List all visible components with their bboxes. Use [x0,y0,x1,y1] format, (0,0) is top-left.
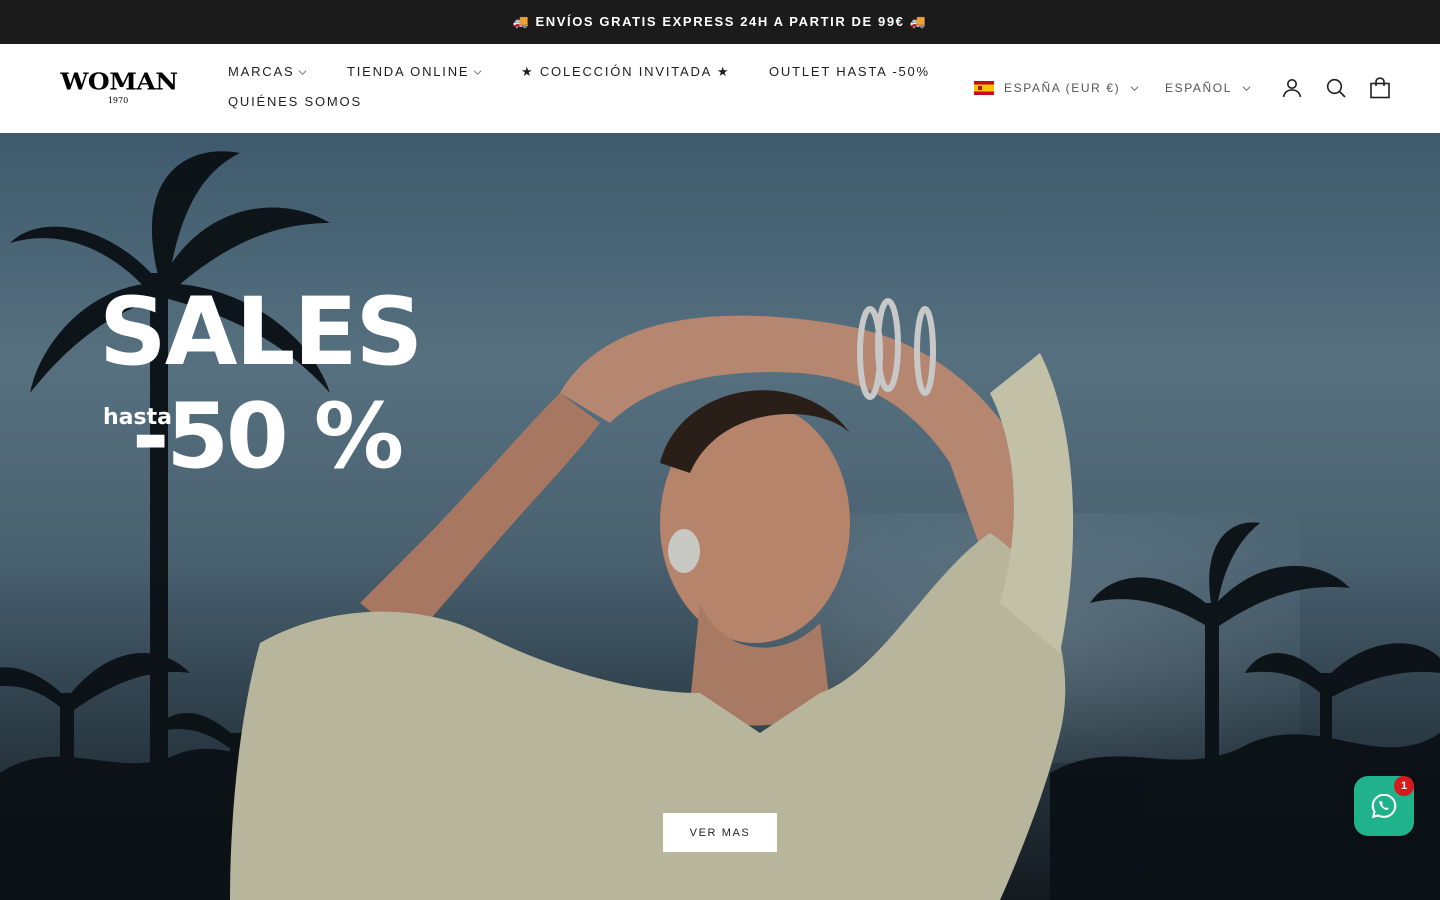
language-label: ESPAÑOL [1165,81,1232,95]
chevron-down-icon [298,68,307,77]
ver-mas-button[interactable]: VER MAS [663,813,777,852]
nav-coleccion-invitada[interactable]: ★ COLECCIÓN INVITADA ★ [521,63,730,81]
nav-quienes-somos[interactable]: QUIÉNES SOMOS [228,93,362,111]
chevron-down-icon [1130,84,1139,93]
site-logo[interactable]: WOMAN 1970 [57,68,181,108]
logo-wordmark: WOMAN [60,67,178,96]
nav-label: QUIÉNES SOMOS [228,94,362,109]
chevron-down-icon [473,68,482,77]
nav-label: MARCAS [228,64,295,79]
hero-discount: -50 % [132,384,404,489]
country-selector[interactable]: ESPAÑA (EUR €) [974,79,1139,97]
announcement-text: 🚚 ENVÍOS GRATIS EXPRESS 24H A PARTIR DE … [512,14,928,29]
nav-outlet[interactable]: OUTLET HASTA -50% [769,63,930,81]
search-icon[interactable] [1324,76,1348,100]
cart-icon[interactable] [1368,76,1392,100]
language-selector[interactable]: ESPAÑOL [1165,79,1251,97]
nav-tienda-online[interactable]: TIENDA ONLINE [347,63,482,81]
announcement-bar: 🚚 ENVÍOS GRATIS EXPRESS 24H A PARTIR DE … [0,0,1440,44]
country-label: ESPAÑA (EUR €) [1004,81,1121,95]
hero-banner: SALES hasta -50 % VER MAS [0,133,1440,900]
chevron-down-icon [1242,84,1251,93]
account-icon[interactable] [1280,76,1304,100]
logo-year: 1970 [107,96,129,105]
nav-marcas[interactable]: MARCAS [228,63,307,81]
nav-label: OUTLET HASTA -50% [769,64,930,79]
hero-photo [0,151,1440,900]
whatsapp-icon [1371,793,1397,819]
notification-badge: 1 [1394,776,1414,796]
nav-label: ★ COLECCIÓN INVITADA ★ [521,64,731,79]
spain-flag-icon [974,81,994,95]
nav-label: TIENDA ONLINE [347,64,470,79]
hero-title: SALES [99,278,423,387]
